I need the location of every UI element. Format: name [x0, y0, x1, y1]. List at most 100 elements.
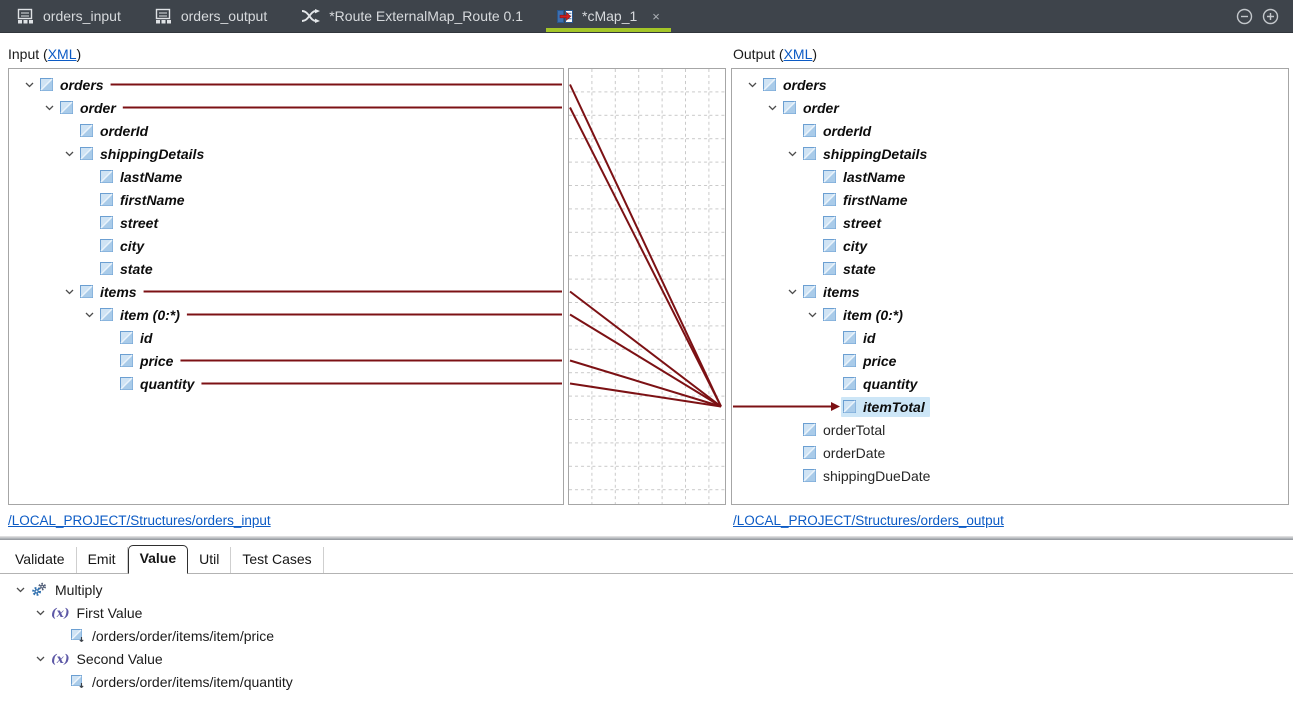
cmap-editor-window: orders_input orders_output *Route External… — [0, 0, 1293, 715]
tree-row[interactable]: quantity — [9, 372, 563, 395]
tree-node-label: price — [863, 352, 897, 369]
tree-row[interactable]: street — [9, 211, 563, 234]
tree-row[interactable]: shippingDetails — [9, 142, 563, 165]
tree-row[interactable]: items — [9, 280, 563, 303]
xml-element-icon — [783, 101, 796, 114]
close-icon[interactable]: × — [652, 10, 660, 23]
route-icon — [301, 9, 321, 23]
xml-element-icon — [80, 147, 93, 160]
chevron-expanded-icon[interactable] — [41, 105, 58, 111]
tree-row[interactable]: orderTotal — [732, 418, 1288, 441]
node-content: (x) First Value — [49, 603, 147, 623]
tree-row[interactable]: orderDate — [732, 441, 1288, 464]
tree-row[interactable]: orders — [9, 73, 563, 96]
tab-label: *cMap_1 — [582, 8, 638, 24]
input-structure-link[interactable]: /LOCAL_PROJECT/Structures/orders_input — [8, 513, 271, 528]
tree-row[interactable]: shippingDetails — [732, 142, 1288, 165]
output-tree-panel: orders order orderId shippingDetails lastNam… — [731, 68, 1289, 505]
tab-label: *Route ExternalMap_Route 0.1 — [329, 8, 524, 24]
tree-row[interactable]: orders — [732, 73, 1288, 96]
chevron-expanded-icon[interactable] — [32, 610, 49, 616]
chevron-expanded-icon[interactable] — [61, 289, 78, 295]
tree-row[interactable]: price — [732, 349, 1288, 372]
collapse-icon[interactable] — [1236, 8, 1253, 25]
node-content: shippingDueDate — [801, 466, 935, 486]
node-content: state — [821, 259, 881, 279]
tree-row[interactable]: (x) Second Value — [0, 647, 1293, 670]
input-xml-link[interactable]: XML — [48, 46, 77, 62]
horizontal-splitter[interactable] — [0, 536, 1293, 540]
tree-row[interactable]: lastName — [9, 165, 563, 188]
bottom-tab-value[interactable]: Value — [127, 545, 189, 574]
xml-element-icon — [803, 423, 816, 436]
bottom-tab-util[interactable]: Util — [188, 547, 232, 573]
xml-element-icon — [100, 193, 113, 206]
chevron-expanded-icon[interactable] — [32, 656, 49, 662]
tree-row[interactable]: items — [732, 280, 1288, 303]
chevron-expanded-icon[interactable] — [784, 151, 801, 157]
tree-row[interactable]: firstName — [9, 188, 563, 211]
bottom-tab-test-cases[interactable]: Test Cases — [231, 547, 324, 573]
tree-node-label: shippingDetails — [100, 145, 205, 162]
tree-row[interactable]: /orders/order/items/item/price — [0, 624, 1293, 647]
tree-row[interactable]: /orders/order/items/item/quantity — [0, 670, 1293, 693]
tree-node-label: itemTotal — [863, 398, 925, 415]
expand-icon[interactable] — [1262, 8, 1279, 25]
tree-row[interactable]: shippingDueDate — [732, 464, 1288, 487]
output-xml-link[interactable]: XML — [784, 46, 813, 62]
tab-cmap-1[interactable]: *cMap_1 × — [540, 0, 677, 32]
tree-row[interactable]: orderId — [9, 119, 563, 142]
tree-row[interactable]: lastName — [732, 165, 1288, 188]
tree-row[interactable]: city — [9, 234, 563, 257]
tree-node-label: id — [140, 329, 153, 346]
chevron-expanded-icon[interactable] — [12, 587, 29, 593]
node-content: lastName — [821, 167, 910, 187]
tree-row[interactable]: (x) First Value — [0, 601, 1293, 624]
mapping-canvas[interactable] — [568, 68, 726, 505]
bottom-tab-emit[interactable]: Emit — [77, 547, 128, 573]
node-content: items — [801, 282, 865, 302]
chevron-expanded-icon[interactable] — [81, 312, 98, 318]
tree-row[interactable]: orderId — [732, 119, 1288, 142]
tree-row[interactable]: quantity — [732, 372, 1288, 395]
tree-row[interactable]: itemTotal — [732, 395, 1288, 418]
tab-route-externalmap[interactable]: *Route ExternalMap_Route 0.1 — [284, 0, 540, 32]
function-icon: (x) — [51, 605, 70, 620]
tree-row[interactable]: item (0:*) — [9, 303, 563, 326]
chevron-expanded-icon[interactable] — [21, 82, 38, 88]
tree-row[interactable]: street — [732, 211, 1288, 234]
tree-row[interactable]: id — [9, 326, 563, 349]
node-content: quantity — [841, 374, 922, 394]
tree-node-label: lastName — [843, 168, 906, 185]
tree-row[interactable]: firstName — [732, 188, 1288, 211]
node-content: order — [58, 98, 121, 118]
tree-row[interactable]: city — [732, 234, 1288, 257]
xml-element-icon — [100, 262, 113, 275]
tree-row[interactable]: Multiply — [0, 578, 1293, 601]
node-content: quantity — [118, 374, 199, 394]
chevron-expanded-icon[interactable] — [61, 151, 78, 157]
node-content: shippingDetails — [801, 144, 932, 164]
tab-label: orders_input — [43, 8, 121, 24]
editor-tabs: orders_input orders_output *Route External… — [0, 0, 677, 32]
tree-row[interactable]: price — [9, 349, 563, 372]
chevron-expanded-icon[interactable] — [744, 82, 761, 88]
tree-row[interactable]: id — [732, 326, 1288, 349]
xml-element-icon — [100, 308, 113, 321]
chevron-expanded-icon[interactable] — [764, 105, 781, 111]
tree-row[interactable]: order — [9, 96, 563, 119]
tree-row[interactable]: state — [732, 257, 1288, 280]
output-structure-link[interactable]: /LOCAL_PROJECT/Structures/orders_output — [733, 513, 1004, 528]
tree-row[interactable]: item (0:*) — [732, 303, 1288, 326]
chevron-expanded-icon[interactable] — [784, 289, 801, 295]
tree-row[interactable]: order — [732, 96, 1288, 119]
tree-node-label: city — [120, 237, 145, 254]
selected-node: itemTotal — [841, 396, 930, 417]
tree-row[interactable]: state — [9, 257, 563, 280]
window-controls — [1236, 0, 1293, 32]
tree-node-label: orderId — [100, 122, 149, 139]
bottom-tab-validate[interactable]: Validate — [4, 547, 77, 573]
tab-orders-input[interactable]: orders_input — [0, 0, 138, 32]
tab-orders-output[interactable]: orders_output — [138, 0, 284, 32]
chevron-expanded-icon[interactable] — [804, 312, 821, 318]
